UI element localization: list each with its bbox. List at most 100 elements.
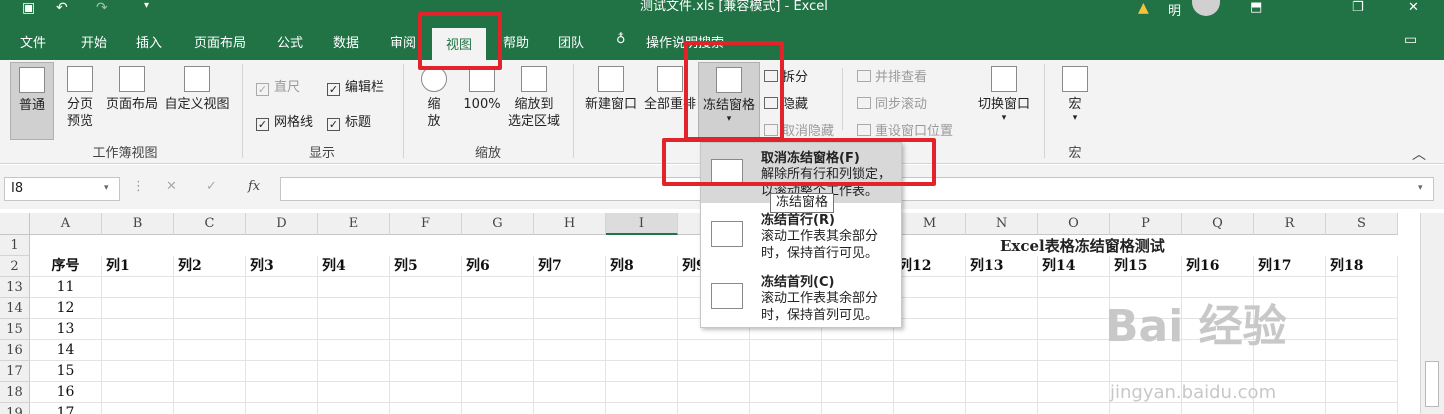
row-header[interactable]: 19	[0, 403, 30, 414]
cell[interactable]	[894, 319, 966, 340]
cell[interactable]: 列15	[1110, 256, 1182, 277]
cell[interactable]: 列14	[1038, 256, 1110, 277]
cell[interactable]	[1326, 298, 1398, 319]
column-header[interactable]: N	[966, 213, 1038, 235]
cell[interactable]	[1326, 277, 1398, 298]
cell[interactable]: 列6	[462, 256, 534, 277]
select-all-corner[interactable]	[0, 213, 30, 235]
row-header[interactable]: 15	[0, 319, 30, 340]
cell[interactable]	[102, 403, 174, 414]
column-header[interactable]: E	[318, 213, 390, 235]
cell[interactable]: 12	[30, 298, 102, 319]
cell[interactable]	[102, 277, 174, 298]
column-header[interactable]: P	[1110, 213, 1182, 235]
close-icon[interactable]: ✕	[1408, 0, 1419, 15]
cell[interactable]	[174, 319, 246, 340]
cell[interactable]	[102, 319, 174, 340]
cell[interactable]: 列5	[390, 256, 462, 277]
cell[interactable]	[750, 361, 822, 382]
cell[interactable]: 列2	[174, 256, 246, 277]
name-box-dropdown-icon[interactable]: ▾	[104, 183, 109, 193]
cell[interactable]	[102, 382, 174, 403]
zoom-100-button[interactable]: 100%	[460, 66, 504, 113]
cell[interactable]	[1038, 298, 1110, 319]
cell[interactable]	[966, 298, 1038, 319]
cell[interactable]	[534, 319, 606, 340]
scroll-thumb[interactable]	[1425, 361, 1439, 407]
cell[interactable]: 列3	[246, 256, 318, 277]
tab-team[interactable]: 团队	[558, 32, 584, 54]
cell[interactable]: 列18	[1326, 256, 1398, 277]
cell[interactable]: 11	[30, 277, 102, 298]
column-header[interactable]: R	[1254, 213, 1326, 235]
column-header[interactable]: C	[174, 213, 246, 235]
cell[interactable]	[390, 277, 462, 298]
reset-window-position-button[interactable]: 重设窗口位置	[857, 120, 953, 139]
cell[interactable]	[894, 277, 966, 298]
cell[interactable]: 列13	[966, 256, 1038, 277]
cell[interactable]	[678, 340, 750, 361]
enter-icon[interactable]: ✓	[206, 179, 217, 194]
cell[interactable]	[1182, 403, 1254, 414]
undo-icon[interactable]: ↶	[56, 0, 68, 16]
cell[interactable]: 列17	[1254, 256, 1326, 277]
row-header[interactable]: 17	[0, 361, 30, 382]
cell[interactable]	[1254, 361, 1326, 382]
cell[interactable]	[462, 298, 534, 319]
cell[interactable]	[534, 382, 606, 403]
custom-views-button[interactable]: 自定义视图	[163, 66, 231, 113]
avatar[interactable]	[1192, 0, 1220, 16]
cell[interactable]	[750, 382, 822, 403]
cell[interactable]	[678, 382, 750, 403]
cell[interactable]	[1038, 403, 1110, 414]
cell[interactable]	[534, 340, 606, 361]
cell[interactable]	[894, 340, 966, 361]
cell[interactable]	[966, 340, 1038, 361]
cell[interactable]	[462, 319, 534, 340]
cell[interactable]	[1326, 361, 1398, 382]
cell[interactable]	[462, 361, 534, 382]
tab-formulas[interactable]: 公式	[277, 32, 303, 54]
cell[interactable]	[390, 298, 462, 319]
cell[interactable]	[534, 298, 606, 319]
tab-data[interactable]: 数据	[333, 32, 359, 54]
cell[interactable]	[606, 403, 678, 414]
cell[interactable]	[174, 298, 246, 319]
normal-view-button[interactable]: 普通	[10, 62, 54, 140]
cell[interactable]	[750, 340, 822, 361]
cell[interactable]	[1110, 361, 1182, 382]
tab-insert[interactable]: 插入	[136, 32, 162, 54]
restore-icon[interactable]: ❐	[1352, 0, 1364, 15]
cell[interactable]	[1110, 403, 1182, 414]
cell[interactable]	[102, 361, 174, 382]
cell[interactable]	[534, 277, 606, 298]
cell[interactable]: 17	[30, 403, 102, 414]
cell[interactable]: 列7	[534, 256, 606, 277]
cell[interactable]	[318, 298, 390, 319]
cell[interactable]	[966, 403, 1038, 414]
cell[interactable]: 列12	[894, 256, 966, 277]
cell[interactable]: 列8	[606, 256, 678, 277]
cell[interactable]	[1038, 340, 1110, 361]
cell[interactable]: 列1	[102, 256, 174, 277]
cell[interactable]	[678, 403, 750, 414]
column-header[interactable]: A	[30, 213, 102, 235]
cell[interactable]	[606, 382, 678, 403]
cell[interactable]	[1038, 277, 1110, 298]
cell[interactable]	[1326, 403, 1398, 414]
cell[interactable]	[534, 361, 606, 382]
cell[interactable]	[246, 361, 318, 382]
cell[interactable]	[390, 403, 462, 414]
cell[interactable]	[462, 277, 534, 298]
cell[interactable]	[390, 319, 462, 340]
cell[interactable]	[1038, 319, 1110, 340]
row-header[interactable]: 16	[0, 340, 30, 361]
cell[interactable]	[1254, 403, 1326, 414]
cell[interactable]	[1326, 340, 1398, 361]
cell[interactable]	[966, 361, 1038, 382]
page-layout-view-button[interactable]: 页面布局	[104, 66, 160, 113]
cell[interactable]	[390, 361, 462, 382]
cell[interactable]	[102, 340, 174, 361]
cell[interactable]	[606, 277, 678, 298]
freeze-top-row-item[interactable]: 冻结首行(R) 滚动工作表其余部分时，保持首行可见。	[701, 205, 901, 265]
